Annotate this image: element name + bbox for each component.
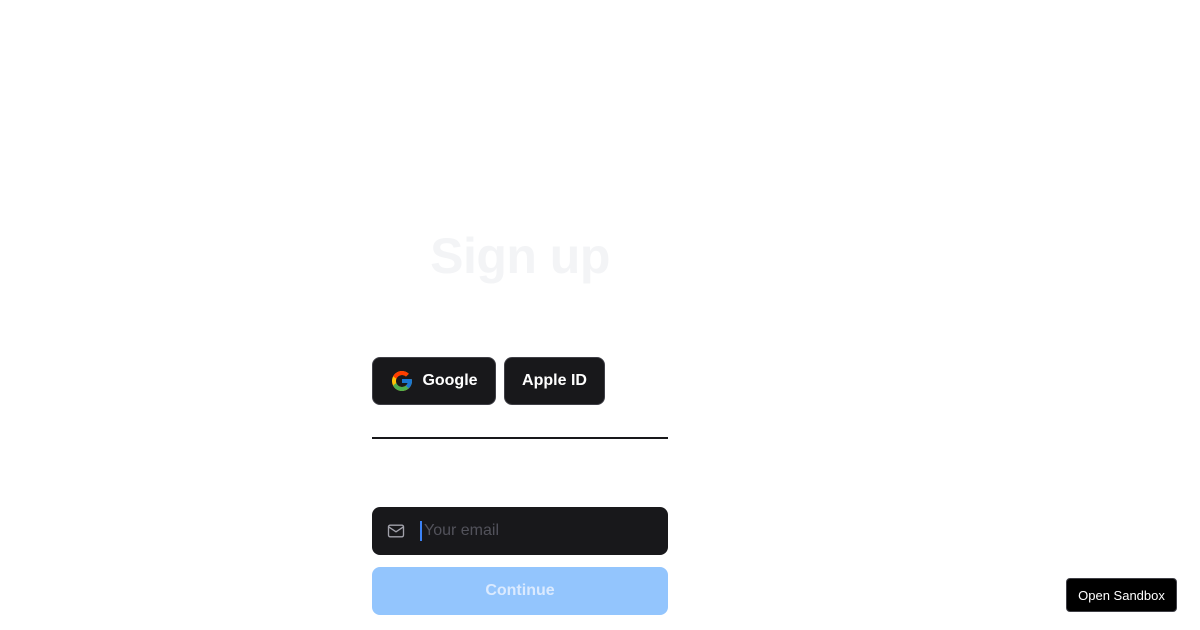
divider (372, 437, 668, 439)
continue-button[interactable]: Continue (372, 567, 668, 615)
google-signin-button[interactable]: Google (372, 357, 496, 405)
apple-id-signin-button[interactable]: Apple ID (504, 357, 605, 405)
email-field[interactable] (372, 507, 668, 555)
google-button-label: Google (422, 372, 478, 389)
google-g-icon (392, 371, 413, 391)
mail-icon (387, 524, 405, 538)
open-sandbox-button[interactable]: Open Sandbox (1066, 578, 1177, 612)
page-title: Sign up (430, 228, 610, 284)
signup-page: Sign up Google Apple ID Continue Open Sa… (0, 0, 1200, 630)
apple-button-label: Apple ID (522, 372, 587, 389)
social-login-row: Google Apple ID (372, 357, 605, 405)
email-input[interactable] (422, 507, 668, 555)
